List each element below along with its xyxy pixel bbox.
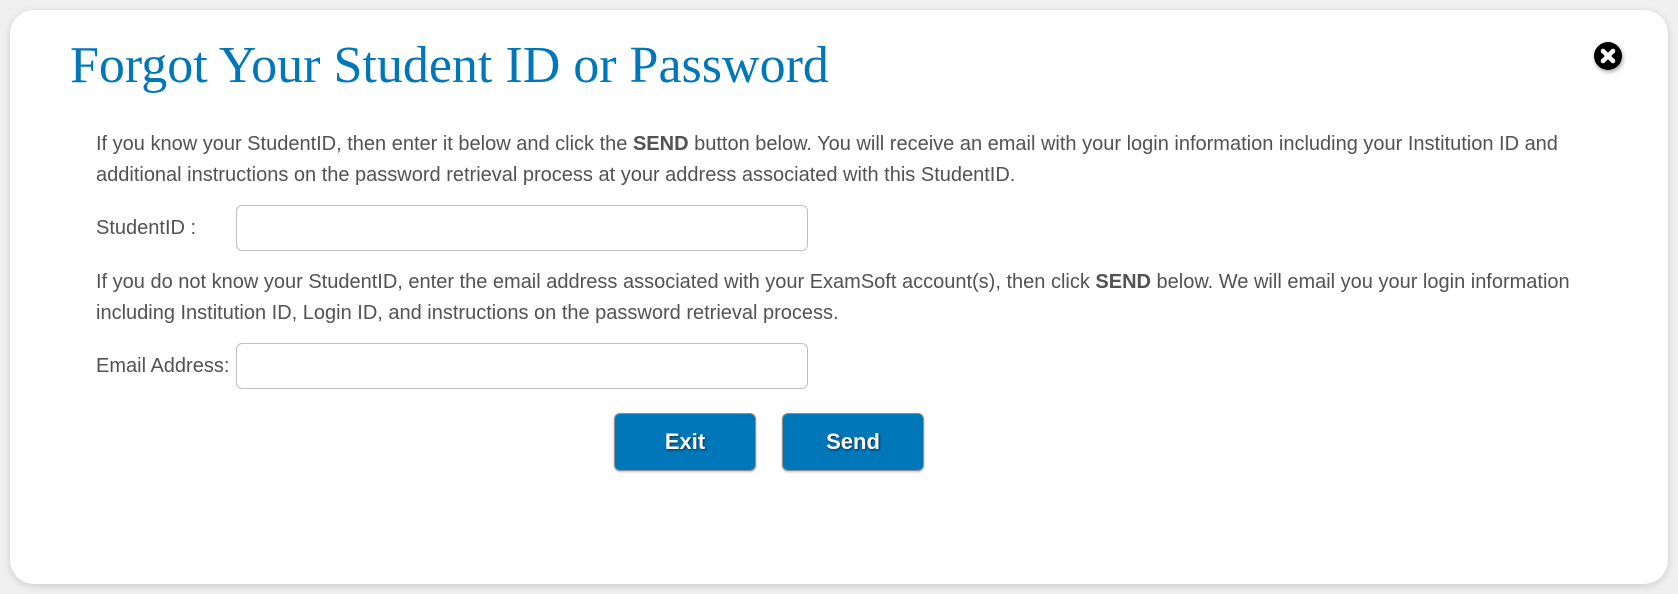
student-id-description: If you know your StudentID, then enter i… bbox=[96, 129, 1582, 191]
desc-strong: SEND bbox=[1095, 271, 1151, 293]
email-description: If you do not know your StudentID, enter… bbox=[96, 267, 1582, 329]
student-id-row: StudentID : bbox=[96, 205, 1582, 251]
student-id-input[interactable] bbox=[236, 205, 808, 251]
email-input[interactable] bbox=[236, 343, 808, 389]
exit-button[interactable]: Exit bbox=[614, 413, 756, 471]
desc-text: If you do not know your StudentID, enter… bbox=[96, 271, 1095, 293]
close-icon bbox=[1592, 40, 1624, 72]
dialog-title: Forgot Your Student ID or Password bbox=[70, 36, 1608, 95]
send-button[interactable]: Send bbox=[782, 413, 924, 471]
desc-strong: SEND bbox=[633, 133, 689, 155]
button-row: Exit Send bbox=[96, 413, 1582, 471]
close-button[interactable] bbox=[1592, 40, 1624, 72]
dialog-content: If you know your StudentID, then enter i… bbox=[70, 129, 1608, 471]
email-label: Email Address: bbox=[96, 355, 236, 378]
student-id-label: StudentID : bbox=[96, 217, 236, 240]
desc-text: If you know your StudentID, then enter i… bbox=[96, 133, 633, 155]
forgot-id-password-dialog: Forgot Your Student ID or Password If yo… bbox=[10, 10, 1668, 584]
email-row: Email Address: bbox=[96, 343, 1582, 389]
